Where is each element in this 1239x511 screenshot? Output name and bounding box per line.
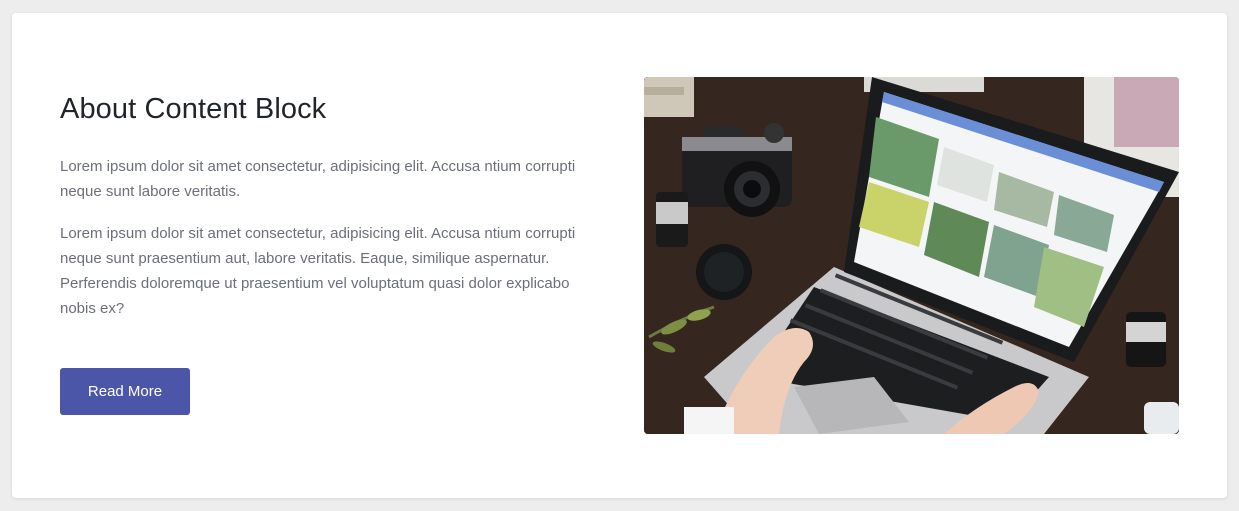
section-title: About Content Block	[60, 93, 327, 125]
paragraph-body: Lorem ipsum dolor sit amet consectetur, …	[60, 225, 576, 317]
read-more-button[interactable]: Read More	[60, 368, 190, 415]
laptop-photo	[644, 77, 1179, 434]
about-content-card: About Content Block Lorem ipsum dolor si…	[12, 13, 1227, 498]
camera-shape	[682, 123, 792, 217]
laptop-photo-illustration	[644, 77, 1179, 434]
paragraph-intro: Lorem ipsum dolor sit amet consectetur, …	[60, 158, 576, 200]
